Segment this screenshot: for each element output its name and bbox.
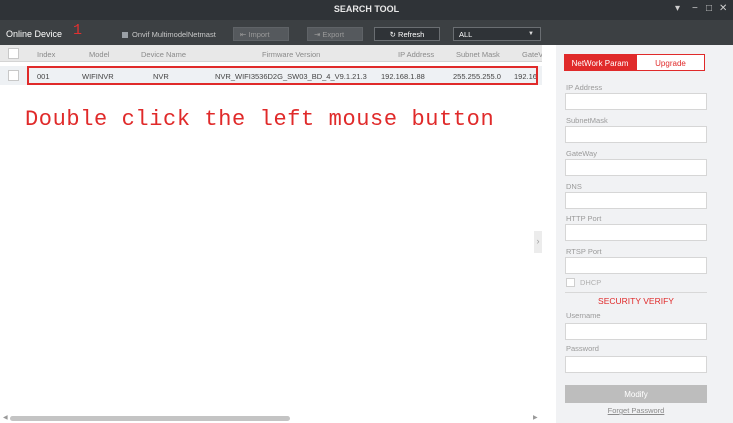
column-header-model[interactable]: Model [89,50,109,59]
refresh-icon: ↻ [389,30,399,39]
column-header-ip[interactable]: IP Address [398,50,434,59]
column-header-gateway[interactable]: GateV [522,50,542,59]
chevron-down-icon: ▼ [528,31,534,37]
online-device-label: Online Device [6,29,63,39]
onvif-multimodel-toggle[interactable]: Onvif MultimodelNetmast [122,30,216,39]
column-header-firmware[interactable]: Firmware Version [262,50,320,59]
title-bar: SEARCH TOOL ▾ − □ ✕ [0,0,733,20]
ip-address-input[interactable] [565,93,707,110]
section-divider [565,292,707,293]
dns-input[interactable] [565,192,707,209]
import-button[interactable]: ⇤ Import [233,27,289,41]
horizontal-scrollbar[interactable]: ◀ ▶ [0,413,542,423]
subnet-mask-label: SubnetMask [566,116,608,125]
modify-button[interactable]: Modify [565,385,707,403]
maximize-icon[interactable]: □ [706,3,712,14]
gateway-label: GateWay [566,149,597,158]
column-header-device-name[interactable]: Device Name [141,50,186,59]
subnet-mask-input[interactable] [565,126,707,143]
step-marker: 1 [73,22,83,39]
username-label: Username [566,311,601,320]
refresh-button[interactable]: ↻ Refresh [374,27,440,41]
forget-password-link[interactable]: Forget Password [565,406,707,415]
http-port-input[interactable] [565,224,707,241]
tab-network-param[interactable]: NetWork Param [564,54,636,71]
export-label: Export [322,30,345,39]
toolbar: Online Device 1 Onvif MultimodelNetmast … [0,20,733,45]
scroll-left-icon[interactable]: ◀ [3,414,8,421]
scroll-right-icon[interactable]: ▶ [533,414,538,421]
dns-label: DNS [566,182,582,191]
minimize-icon[interactable]: − [692,3,698,14]
password-label: Password [566,344,599,353]
filter-value: ALL [459,30,473,39]
import-label: Import [248,30,270,39]
username-input[interactable] [565,323,707,340]
tab-upgrade[interactable]: Upgrade [636,54,705,71]
grid-icon [122,32,128,38]
row-checkbox[interactable] [8,70,19,81]
close-icon[interactable]: ✕ [719,3,727,14]
row-highlight-frame [27,66,538,85]
column-header-subnet[interactable]: Subnet Mask [456,50,500,59]
gateway-input[interactable] [565,159,707,176]
chevron-right-icon: › [536,236,540,246]
select-all-checkbox[interactable] [8,48,19,59]
menu-dropdown-icon[interactable]: ▾ [675,3,680,14]
window-title: SEARCH TOOL [333,4,400,14]
export-button[interactable]: ⇥ Export [307,27,363,41]
column-header-index[interactable]: Index [37,50,55,59]
table-header: Index Model Device Name Firmware Version… [0,45,542,62]
onvif-label: Onvif MultimodelNetmast [132,30,216,39]
security-verify-title: SECURITY VERIFY [598,296,674,306]
scroll-thumb[interactable] [10,416,290,421]
device-table: Index Model Device Name Firmware Version… [0,45,542,413]
refresh-label: Refresh [398,30,425,39]
network-param-panel: NetWork Param Upgrade IP Address SubnetM… [556,45,733,423]
rtsp-port-label: RTSP Port [566,247,602,256]
instruction-text: Double click the left mouse button [25,107,495,132]
rtsp-port-input[interactable] [565,257,707,274]
http-port-label: HTTP Port [566,214,602,223]
device-filter-select[interactable]: ALL ▼ [453,27,541,41]
dhcp-checkbox[interactable] [566,278,575,287]
password-input[interactable] [565,356,707,373]
dhcp-label: DHCP [580,278,602,287]
panel-collapse-handle[interactable]: › [534,231,542,253]
ip-address-label: IP Address [566,83,603,92]
